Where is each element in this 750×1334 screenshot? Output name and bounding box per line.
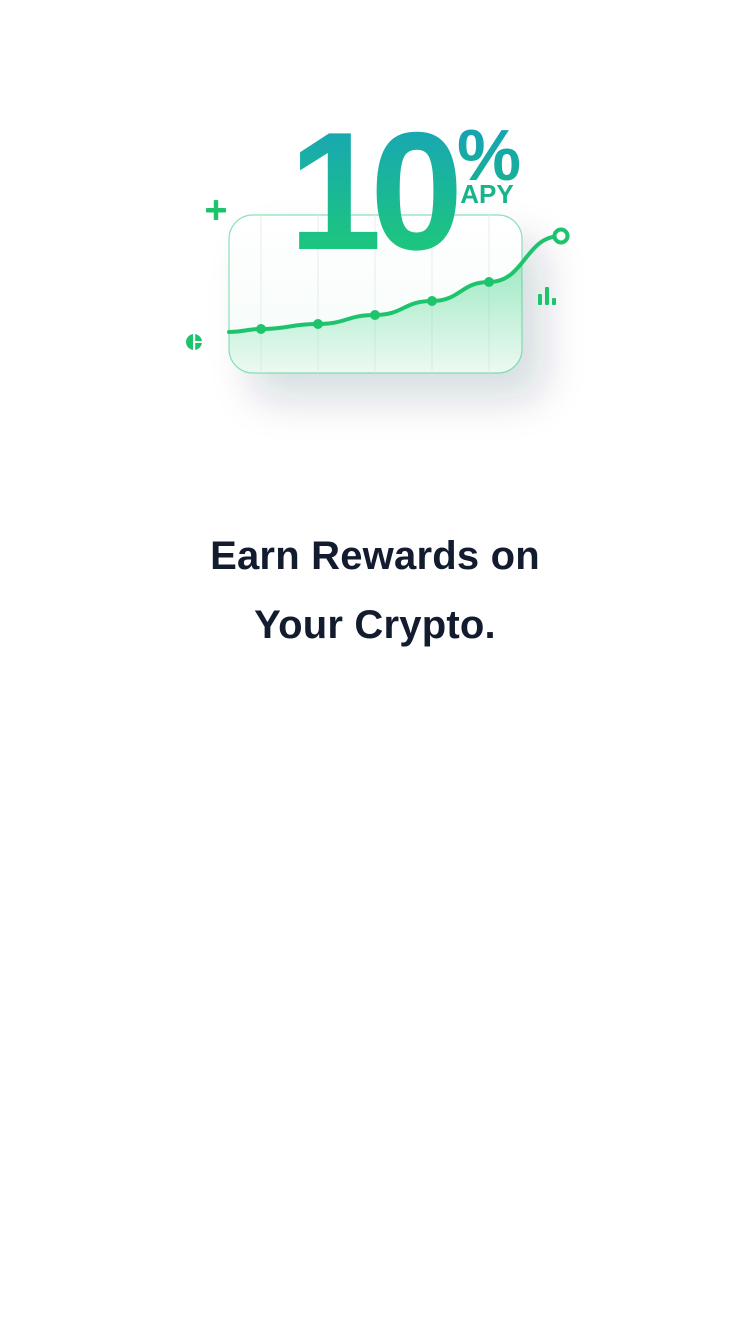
chart-point-end: [552, 227, 570, 245]
apy-label: APY: [460, 179, 513, 209]
apy-illustration: 10 % APY: [0, 0, 750, 460]
chart-point: [256, 324, 266, 334]
headline-line-2: Your Crypto.: [254, 603, 496, 647]
headline-line-1: Earn Rewards on: [210, 534, 540, 578]
bar-chart-icon: [538, 287, 556, 305]
chart-point: [370, 310, 380, 320]
pie-chart-icon: [186, 333, 203, 351]
chart-point: [313, 319, 323, 329]
chart-point: [427, 296, 437, 306]
plus-icon: [206, 200, 226, 220]
onboarding-screen: 10 % APY Earn Rewards on Your Crypto.: [0, 0, 750, 1334]
apy-rate-number: 10: [289, 97, 457, 285]
headline: Earn Rewards on Your Crypto.: [0, 522, 750, 660]
chart-point: [484, 277, 494, 287]
